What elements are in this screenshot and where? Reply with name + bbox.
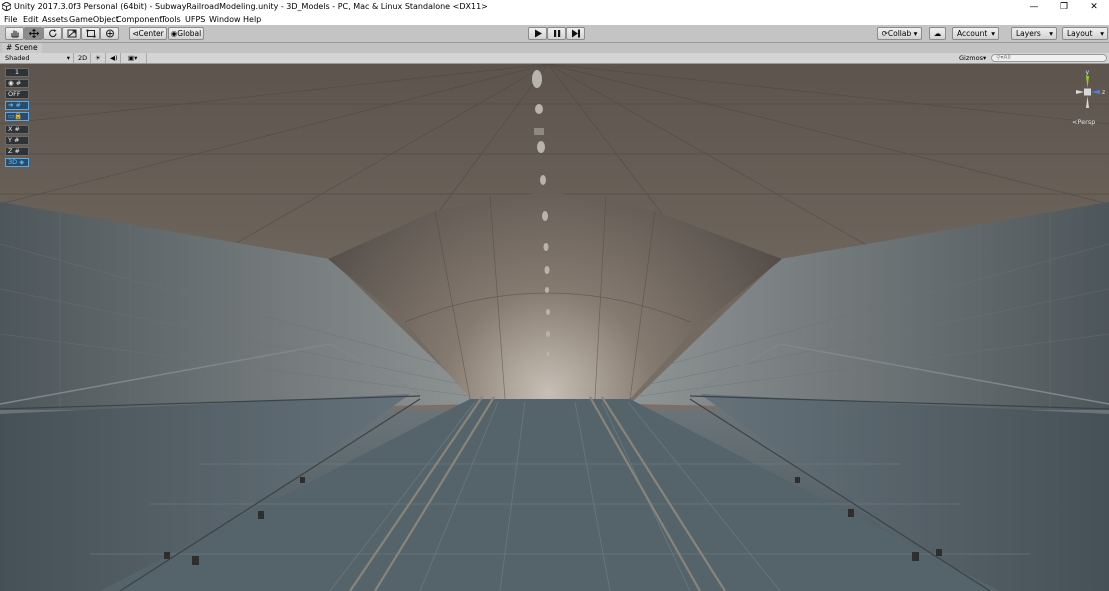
subway-station-3d-render — [0, 64, 1109, 591]
scale-tool-button[interactable] — [62, 27, 81, 40]
gizmos-dropdown[interactable]: Gizmos▾ — [956, 53, 989, 63]
dropdown-arrow-icon: ▾ — [982, 54, 987, 62]
minimize-button[interactable]: — — [1019, 0, 1049, 14]
2d-toggle[interactable]: 2D — [75, 53, 91, 63]
rect-tool-button[interactable] — [81, 27, 100, 40]
scale-icon — [67, 29, 76, 38]
step-icon — [571, 29, 580, 38]
cloud-icon: ☁ — [933, 29, 942, 38]
restore-button[interactable]: ❐ — [1049, 0, 1079, 14]
layers-dropdown[interactable]: Layers ▾ — [1011, 27, 1057, 40]
scene-tab-row: # Scene — [0, 43, 1109, 53]
collab-dropdown[interactable]: ⟳Collab ▾ — [877, 27, 922, 40]
step-button[interactable] — [566, 27, 585, 40]
gizmo-z-label: z — [1102, 89, 1105, 96]
audio-toggle[interactable]: ◀) — [107, 53, 121, 63]
grid-icon: # — [12, 147, 20, 155]
hand-tool-button[interactable] — [5, 27, 24, 40]
dropdown-arrow-icon: ▾ — [134, 54, 138, 62]
play-icon — [534, 29, 542, 38]
close-button[interactable]: ✕ — [1079, 0, 1109, 14]
overlay-off-toggle[interactable]: OFF — [5, 90, 29, 99]
pause-button[interactable] — [547, 27, 566, 40]
dropdown-arrow-icon: ▾ — [991, 29, 995, 38]
overlay-3d-toggle[interactable]: 3D ◈ — [5, 158, 29, 167]
main-toolbar: ⊲Center ◉Global ⟳Collab ▾ ☁ Account ▾ Lay… — [0, 25, 1109, 43]
transform-tool-button[interactable] — [100, 27, 119, 40]
lighting-toggle[interactable]: ☀ — [92, 53, 106, 63]
menu-assets[interactable]: Assets — [42, 14, 68, 25]
layout-dropdown[interactable]: Layout ▾ — [1062, 27, 1108, 40]
tab-scene[interactable]: # Scene — [2, 43, 42, 53]
grid-icon: # — [13, 101, 21, 109]
effects-dropdown[interactable]: ▣▾ — [125, 53, 147, 63]
rotate-icon — [48, 29, 57, 38]
menu-bar: File Edit Assets GameObject Component To… — [0, 14, 1109, 25]
account-dropdown[interactable]: Account ▾ — [952, 27, 999, 40]
menu-ufps[interactable]: UFPS — [185, 14, 205, 25]
hand-icon — [10, 30, 19, 38]
move-icon — [28, 29, 39, 38]
overlay-layer-indicator[interactable]: 1 — [5, 68, 29, 77]
menu-help[interactable]: Help — [243, 14, 261, 25]
menu-window[interactable]: Window — [209, 14, 241, 25]
cloud-button[interactable]: ☁ — [929, 27, 946, 40]
lock-icon: 🔒 — [14, 112, 23, 120]
overlay-snap-toggle[interactable]: ➜ # — [5, 101, 29, 110]
pivot-mode-button[interactable]: ⊲Center — [129, 27, 167, 40]
dropdown-arrow-icon: ▾ — [66, 54, 70, 62]
dropdown-arrow-icon: ▾ — [1049, 29, 1053, 38]
sun-icon: ☀ — [95, 54, 101, 62]
y-axis-handle[interactable] — [1086, 76, 1089, 88]
overlay-lock-toggle[interactable]: ▭🔒 — [5, 112, 29, 121]
dropdown-arrow-icon: ▾ — [1100, 29, 1104, 38]
z-axis-handle[interactable] — [1091, 90, 1100, 94]
window-title: Unity 2017.3.0f3 Personal (64bit) - Subw… — [14, 2, 488, 11]
scene-grid-icon: # — [6, 43, 13, 52]
overlay-y-axis-toggle[interactable]: Y # — [5, 136, 29, 145]
menu-gameobject[interactable]: GameObject — [69, 14, 119, 25]
unity-logo-icon — [2, 2, 11, 11]
grid-icon: # — [11, 136, 20, 144]
move-tool-button[interactable] — [24, 27, 43, 40]
speaker-icon: ◀) — [110, 54, 118, 62]
orientation-gizmo[interactable]: y z — [1068, 68, 1108, 120]
shading-mode-dropdown[interactable]: Shaded ▾ — [2, 53, 74, 63]
pivot-rotation-button[interactable]: ◉Global — [168, 27, 204, 40]
rect-icon — [86, 29, 95, 38]
transform-icon — [105, 29, 114, 38]
grid-icon: # — [13, 79, 22, 87]
scene-viewport[interactable]: 1 ◉ # OFF ➜ # ▭🔒 X # Y # Z # 3D ◈ y z <P… — [0, 64, 1109, 591]
overlay-x-axis-toggle[interactable]: X # — [5, 125, 29, 134]
menu-file[interactable]: File — [4, 14, 17, 25]
gizmo-y-label: y — [1086, 69, 1090, 76]
scene-toolbar: Shaded ▾ 2D ☀ ◀) ▣▾ Gizmos▾ ⚲▾All — [0, 53, 1109, 64]
scene-search-input[interactable]: ⚲▾All — [991, 54, 1107, 62]
menu-component[interactable]: Component — [116, 14, 162, 25]
play-button[interactable] — [528, 27, 547, 40]
pause-icon — [553, 30, 560, 37]
menu-tools[interactable]: Tools — [161, 14, 181, 25]
window-title-bar: Unity 2017.3.0f3 Personal (64bit) - Subw… — [0, 0, 1109, 14]
shield-icon: ◈ — [17, 158, 25, 166]
projection-toggle[interactable]: <Persp — [1072, 118, 1095, 126]
menu-edit[interactable]: Edit — [23, 14, 39, 25]
grid-icon: # — [12, 125, 20, 133]
overlay-visibility-toggle[interactable]: ◉ # — [5, 79, 29, 88]
overlay-z-axis-toggle[interactable]: Z # — [5, 147, 29, 156]
rotate-tool-button[interactable] — [43, 27, 62, 40]
